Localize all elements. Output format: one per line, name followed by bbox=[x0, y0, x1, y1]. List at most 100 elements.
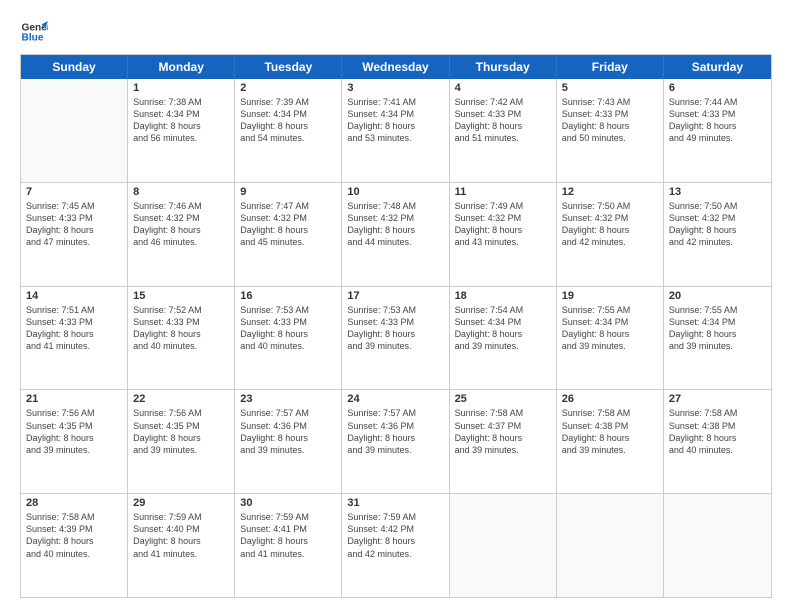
calendar-cell bbox=[664, 494, 771, 597]
daylight-value: and 39 minutes. bbox=[26, 444, 122, 456]
calendar-header-cell: Sunday bbox=[21, 55, 128, 79]
daylight-value: and 40 minutes. bbox=[240, 340, 336, 352]
sunrise-line: Sunrise: 7:38 AM bbox=[133, 96, 229, 108]
daylight-value: and 43 minutes. bbox=[455, 236, 551, 248]
day-number: 11 bbox=[455, 186, 551, 198]
daylight-value: and 51 minutes. bbox=[455, 132, 551, 144]
svg-text:Blue: Blue bbox=[22, 33, 44, 44]
sunset-line: Sunset: 4:32 PM bbox=[133, 212, 229, 224]
sunset-line: Sunset: 4:33 PM bbox=[669, 108, 766, 120]
day-number: 4 bbox=[455, 82, 551, 94]
daylight-value: and 49 minutes. bbox=[669, 132, 766, 144]
day-number: 24 bbox=[347, 393, 443, 405]
daylight-value: and 39 minutes. bbox=[240, 444, 336, 456]
calendar-cell: 7Sunrise: 7:45 AMSunset: 4:33 PMDaylight… bbox=[21, 183, 128, 286]
sunrise-line: Sunrise: 7:58 AM bbox=[669, 407, 766, 419]
calendar-cell: 19 Sunrise: 7:55 AMSunset: 4:34 PMDayligh… bbox=[557, 287, 664, 390]
day-number: 21 bbox=[26, 393, 122, 405]
daylight-label: Daylight: 8 hours bbox=[455, 224, 551, 236]
calendar-cell: 23Sunrise: 7:57 AMSunset: 4:36 PMDayligh… bbox=[235, 390, 342, 493]
sunrise-line: Sunrise: 7:43 AM bbox=[562, 96, 658, 108]
daylight-value: and 39 minutes. bbox=[669, 340, 766, 352]
day-number: 12 bbox=[562, 186, 658, 198]
day-number: 5 bbox=[562, 82, 658, 94]
calendar-cell: 12Sunrise: 7:50 AMSunset: 4:32 PMDayligh… bbox=[557, 183, 664, 286]
daylight-label: Daylight: 8 hours bbox=[240, 432, 336, 444]
sunset-line: Sunset: 4:42 PM bbox=[347, 523, 443, 535]
sunrise-line: Sunrise: 7:39 AM bbox=[240, 96, 336, 108]
logo: General Blue bbox=[20, 18, 48, 46]
sunrise-line: Sunrise: 7:58 AM bbox=[26, 511, 122, 523]
sunrise-line: Sunrise: 7:56 AM bbox=[26, 407, 122, 419]
daylight-label: Daylight: 8 hours bbox=[26, 224, 122, 236]
day-number: 19 bbox=[562, 290, 658, 302]
daylight-label: Daylight: 8 hours bbox=[133, 432, 229, 444]
sunrise-line: Sunrise: 7:59 AM bbox=[347, 511, 443, 523]
daylight-label: Daylight: 8 hours bbox=[669, 328, 766, 340]
sunrise-line: Sunrise: 7:51 AM bbox=[26, 304, 122, 316]
daylight-value: and 44 minutes. bbox=[347, 236, 443, 248]
sunrise-line: Sunrise: 7:52 AM bbox=[133, 304, 229, 316]
daylight-label: Daylight: 8 hours bbox=[562, 224, 658, 236]
sunrise-line: Sunrise: 7:59 AM bbox=[240, 511, 336, 523]
daylight-label: Daylight: 8 hours bbox=[669, 120, 766, 132]
daylight-value: and 40 minutes. bbox=[26, 548, 122, 560]
daylight-value: and 39 minutes. bbox=[455, 444, 551, 456]
daylight-label: Daylight: 8 hours bbox=[26, 328, 122, 340]
calendar-header-cell: Wednesday bbox=[342, 55, 449, 79]
sunset-line: Sunset: 4:34 PM bbox=[562, 316, 658, 328]
calendar-cell: 30Sunrise: 7:59 AMSunset: 4:41 PMDayligh… bbox=[235, 494, 342, 597]
sunrise-line: Sunrise: 7:46 AM bbox=[133, 200, 229, 212]
daylight-value: and 45 minutes. bbox=[240, 236, 336, 248]
sunset-line: Sunset: 4:39 PM bbox=[26, 523, 122, 535]
daylight-label: Daylight: 8 hours bbox=[240, 535, 336, 547]
calendar-body: 1Sunrise: 7:38 AMSunset: 4:34 PMDaylight… bbox=[21, 79, 771, 597]
sunset-line: Sunset: 4:38 PM bbox=[669, 420, 766, 432]
day-number: 15 bbox=[133, 290, 229, 302]
sunrise-line: Sunrise: 7:56 AM bbox=[133, 407, 229, 419]
calendar-cell: 24Sunrise: 7:57 AMSunset: 4:36 PMDayligh… bbox=[342, 390, 449, 493]
sunrise-line: Sunrise: 7:47 AM bbox=[240, 200, 336, 212]
calendar-cell: 29Sunrise: 7:59 AMSunset: 4:40 PMDayligh… bbox=[128, 494, 235, 597]
sunrise-line: Sunrise: 7:44 AM bbox=[669, 96, 766, 108]
calendar-cell: 25Sunrise: 7:58 AMSunset: 4:37 PMDayligh… bbox=[450, 390, 557, 493]
calendar-header-cell: Tuesday bbox=[235, 55, 342, 79]
sunrise-line: Sunrise: 7:59 AM bbox=[133, 511, 229, 523]
calendar-cell: 4Sunrise: 7:42 AMSunset: 4:33 PMDaylight… bbox=[450, 79, 557, 182]
calendar-cell: 5Sunrise: 7:43 AMSunset: 4:33 PMDaylight… bbox=[557, 79, 664, 182]
daylight-label: Daylight: 8 hours bbox=[133, 328, 229, 340]
daylight-value: and 39 minutes. bbox=[562, 340, 658, 352]
daylight-value: and 53 minutes. bbox=[347, 132, 443, 144]
calendar-header-cell: Friday bbox=[557, 55, 664, 79]
sunset-line: Sunset: 4:34 PM bbox=[240, 108, 336, 120]
sunrise-line: Sunrise: 7:53 AM bbox=[240, 304, 336, 316]
calendar-cell: 17Sunrise: 7:53 AMSunset: 4:33 PMDayligh… bbox=[342, 287, 449, 390]
sunset-line: Sunset: 4:34 PM bbox=[133, 108, 229, 120]
day-number: 6 bbox=[669, 82, 766, 94]
daylight-label: Daylight: 8 hours bbox=[347, 224, 443, 236]
day-number: 16 bbox=[240, 290, 336, 302]
sunrise-line: Sunrise: 7:54 AM bbox=[455, 304, 551, 316]
calendar-cell: 28Sunrise: 7:58 AMSunset: 4:39 PMDayligh… bbox=[21, 494, 128, 597]
calendar-cell: 10Sunrise: 7:48 AMSunset: 4:32 PMDayligh… bbox=[342, 183, 449, 286]
sunrise-line: Sunrise: 7:45 AM bbox=[26, 200, 122, 212]
calendar-cell bbox=[21, 79, 128, 182]
sunrise-line: Sunrise: 7:55 AM bbox=[562, 304, 658, 316]
calendar-cell: 22Sunrise: 7:56 AMSunset: 4:35 PMDayligh… bbox=[128, 390, 235, 493]
sunset-line: Sunset: 4:40 PM bbox=[133, 523, 229, 535]
day-number: 14 bbox=[26, 290, 122, 302]
daylight-label: Daylight: 8 hours bbox=[455, 120, 551, 132]
sunset-line: Sunset: 4:36 PM bbox=[240, 420, 336, 432]
daylight-value: and 50 minutes. bbox=[562, 132, 658, 144]
sunrise-line: Sunrise: 7:58 AM bbox=[455, 407, 551, 419]
calendar-cell: 26Sunrise: 7:58 AMSunset: 4:38 PMDayligh… bbox=[557, 390, 664, 493]
sunset-line: Sunset: 4:37 PM bbox=[455, 420, 551, 432]
sunset-line: Sunset: 4:33 PM bbox=[133, 316, 229, 328]
daylight-label: Daylight: 8 hours bbox=[562, 328, 658, 340]
sunset-line: Sunset: 4:32 PM bbox=[669, 212, 766, 224]
calendar-cell: 20Sunrise: 7:55 AMSunset: 4:34 PMDayligh… bbox=[664, 287, 771, 390]
calendar-header-cell: Saturday bbox=[664, 55, 771, 79]
day-number: 2 bbox=[240, 82, 336, 94]
day-number: 7 bbox=[26, 186, 122, 198]
calendar-cell: 16Sunrise: 7:53 AMSunset: 4:33 PMDayligh… bbox=[235, 287, 342, 390]
